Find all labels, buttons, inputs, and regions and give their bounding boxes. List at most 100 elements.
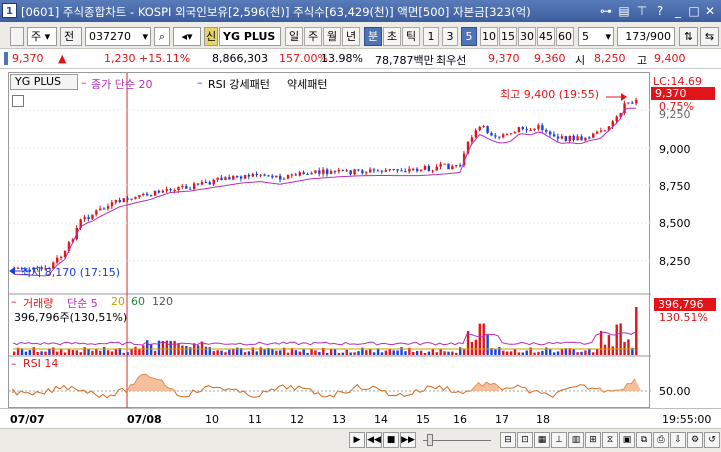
period-month[interactable]: 월 — [323, 27, 341, 46]
volume-tag: 396,796 — [654, 298, 716, 311]
candle-body — [455, 165, 458, 167]
chart-settings-icon[interactable] — [12, 95, 24, 107]
chart-area[interactable] — [8, 72, 651, 409]
rsi-pattern-legend[interactable]: RSI 강세패턴 — [208, 76, 270, 92]
compare-icon[interactable]: ⊡ — [517, 432, 533, 448]
x-label-18: 18 — [536, 413, 550, 426]
minute-15[interactable]: 15 — [499, 27, 517, 46]
time-axis: 07/07 07/08 10 11 12 13 14 15 16 17 18 1… — [0, 408, 721, 428]
close-icon[interactable]: ✕ — [702, 3, 718, 19]
split-view-icon[interactable]: ⊟ — [500, 432, 516, 448]
volume-bar — [255, 351, 258, 355]
volume-bar — [63, 352, 67, 355]
volume-bar — [521, 352, 525, 355]
title-bar: 1 [0601] 주식종합차트 - KOSPI 외국인보유[2,596(천)] … — [0, 0, 721, 22]
print-icon[interactable]: ⎙ — [653, 432, 669, 448]
minute-1[interactable]: 1 — [423, 27, 439, 46]
period-tick[interactable]: 틱 — [402, 27, 420, 46]
volume-bar — [247, 351, 251, 355]
candle-body — [275, 175, 278, 178]
candle-body — [322, 169, 325, 174]
rsi-legend[interactable]: RSI 14 — [23, 357, 58, 370]
indicator-icon[interactable]: ▦ — [534, 432, 550, 448]
candle-body — [490, 133, 493, 136]
candle-body — [552, 134, 556, 137]
code-search-icon[interactable] — [10, 27, 24, 46]
candle-body — [224, 177, 227, 181]
volume-bar — [396, 350, 399, 355]
minute-45[interactable]: 45 — [537, 27, 555, 46]
open-price: 8,250 — [594, 52, 626, 65]
ma-legend[interactable]: 종가 단순 20 — [91, 76, 152, 92]
reset-icon[interactable]: ↺ — [704, 432, 720, 448]
zoom-slider[interactable] — [423, 432, 493, 448]
x-label-10: 10 — [205, 413, 219, 426]
candle-body — [505, 134, 509, 136]
volume-bar — [556, 351, 560, 355]
x-label-12: 12 — [290, 413, 304, 426]
rewind-icon[interactable]: ◀◀ — [366, 432, 382, 448]
search-icon[interactable]: ⌕ — [154, 27, 170, 46]
volume-bar — [181, 345, 184, 355]
candle-body — [333, 171, 337, 173]
candle-body — [138, 195, 141, 198]
copy-icon[interactable]: ⧉ — [636, 432, 652, 448]
volume-bar — [161, 340, 165, 355]
x-label-0707: 07/07 — [10, 413, 45, 426]
ma20-line — [13, 107, 637, 277]
price-chart[interactable] — [9, 73, 651, 409]
market-select[interactable]: 주 ▾ — [27, 27, 57, 46]
period-second[interactable]: 초 — [383, 27, 401, 46]
count-input[interactable]: 173/900 — [617, 27, 675, 46]
prev-next-icon[interactable]: ◂▾ — [173, 27, 201, 46]
minute-30[interactable]: 30 — [518, 27, 536, 46]
volume-bar — [271, 349, 274, 355]
candle-body — [353, 169, 356, 175]
volume-bar — [13, 351, 16, 355]
vol-ma120-legend[interactable]: 120 — [152, 295, 173, 308]
order-icon[interactable]: ⊞ — [585, 432, 601, 448]
chart-settings-icon[interactable]: ⇅ — [679, 27, 698, 46]
shin-badge[interactable]: 신 — [204, 27, 218, 46]
minute-60[interactable]: 60 — [556, 27, 574, 46]
play-icon[interactable]: ▶ — [349, 432, 365, 448]
candle-body — [509, 133, 513, 135]
save-icon[interactable]: ▣ — [619, 432, 635, 448]
volume-bar — [130, 349, 133, 355]
change-value: 1,230 — [104, 52, 136, 65]
maximize-icon[interactable]: □ — [686, 3, 702, 19]
type-button[interactable]: 전 — [60, 27, 82, 46]
alert-icon[interactable]: ⧖ — [602, 432, 618, 448]
print-icon[interactable]: ▤ — [616, 3, 632, 19]
config-icon[interactable]: ⚙ — [687, 432, 703, 448]
candle-body — [533, 128, 536, 130]
pin-icon[interactable]: ⊤ — [634, 3, 650, 19]
candle-body — [118, 200, 122, 203]
period-minute[interactable]: 분 — [364, 27, 382, 46]
chart-type-icon[interactable]: ▥ — [568, 432, 584, 448]
minute-5[interactable]: 5 — [461, 27, 477, 46]
export-icon[interactable]: ⇩ — [670, 432, 686, 448]
ruler-icon[interactable]: ⊥ — [551, 432, 567, 448]
fast-forward-icon[interactable]: ▶▶ — [400, 432, 416, 448]
minimize-icon[interactable]: _ — [670, 3, 686, 19]
stock-code-input[interactable]: 037270 ▾ — [85, 27, 151, 46]
open-label: 시 — [575, 54, 586, 67]
candle-body — [259, 174, 262, 176]
minute-3[interactable]: 3 — [442, 27, 458, 46]
interval-select[interactable]: 5 ▾ — [578, 27, 614, 46]
stock-legend-button[interactable]: YG PLUS — [10, 74, 78, 90]
vol-ma20-legend[interactable]: 20 — [111, 295, 125, 308]
minute-10[interactable]: 10 — [480, 27, 498, 46]
stop-icon[interactable]: ■ — [383, 432, 399, 448]
window-number-icon[interactable]: 1 — [2, 3, 17, 18]
weak-pattern-legend[interactable]: 약세패턴 — [287, 76, 327, 92]
chart-tools-icon[interactable]: ⇆ — [700, 27, 719, 46]
change-pct: +15.11% — [139, 52, 191, 65]
vol-ma60-legend[interactable]: 60 — [131, 295, 145, 308]
help-icon[interactable]: ? — [652, 3, 668, 19]
period-day[interactable]: 일 — [285, 27, 303, 46]
period-week[interactable]: 주 — [304, 27, 322, 46]
period-year[interactable]: 년 — [342, 27, 360, 46]
link-icon[interactable]: ⊶ — [598, 3, 614, 19]
